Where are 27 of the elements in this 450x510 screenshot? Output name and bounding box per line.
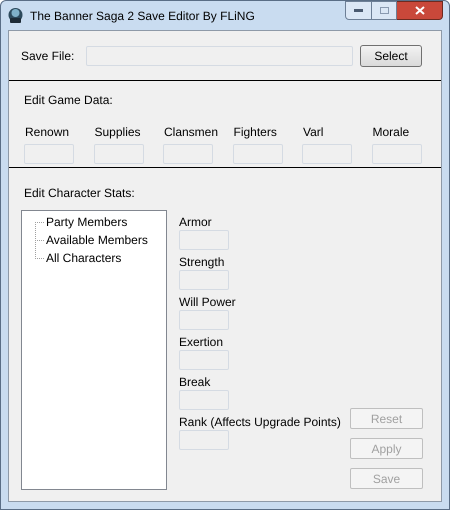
minimize-button[interactable] (345, 1, 372, 20)
tree-view[interactable]: Party Members Available Members All Characters (21, 210, 167, 490)
field-label: Strength (179, 254, 226, 270)
close-icon (414, 6, 424, 15)
field-label: Fighters (234, 124, 278, 141)
tree-item[interactable]: Party Members (45, 213, 128, 231)
section-title: Edit Game Data: (24, 92, 114, 109)
field-label: Break (179, 374, 212, 390)
section-title: Edit Character Stats: (24, 185, 136, 202)
field-label: Varl (303, 124, 324, 141)
tree-item[interactable]: All Characters (45, 249, 122, 267)
window-title: The Banner Saga 2 Save Editor By FLiNG (30, 8, 255, 24)
tree-lines-drawing (35, 222, 44, 258)
tree-item[interactable]: Available Members (45, 231, 149, 249)
field-label: Clansmen (164, 124, 220, 141)
close-button[interactable] (397, 1, 443, 20)
field-label: Supplies (94, 124, 142, 141)
app-icon (7, 7, 24, 24)
field-label: Rank (Affects Upgrade Points) (179, 414, 339, 430)
select-button[interactable]: Select (360, 44, 422, 66)
field-label: Morale (372, 124, 410, 141)
field-label: Renown (25, 124, 70, 141)
field-label: Armor (179, 214, 213, 230)
field-label: Exertion (179, 334, 224, 350)
maximize-button[interactable] (372, 1, 397, 20)
save-file-label: Save File: (21, 48, 76, 64)
field-label: Will Power (179, 294, 237, 310)
